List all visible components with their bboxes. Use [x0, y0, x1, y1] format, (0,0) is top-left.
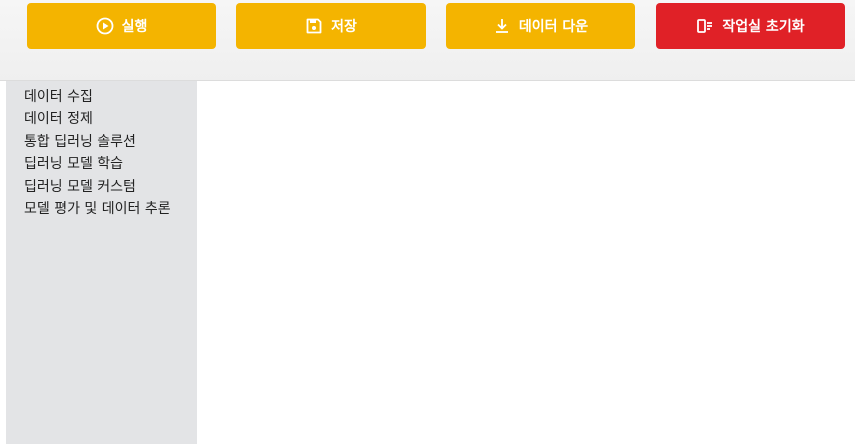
workspace-canvas[interactable]: [197, 81, 855, 444]
sidebar-item-model-evaluation-inference[interactable]: 모델 평가 및 데이터 추론: [6, 198, 197, 220]
toolbar: 실행 저장 데이터 다운 작업실 초기화: [0, 0, 855, 81]
download-data-button[interactable]: 데이터 다운: [446, 3, 635, 49]
run-button-label: 실행: [121, 19, 148, 35]
play-circle-icon: [96, 17, 114, 35]
download-icon: [493, 17, 511, 35]
reset-workspace-button[interactable]: 작업실 초기화: [656, 3, 845, 49]
download-data-button-label: 데이터 다운: [518, 19, 589, 35]
save-button-label: 저장: [331, 19, 357, 35]
floppy-disk-icon: [305, 17, 323, 35]
save-button[interactable]: 저장: [236, 3, 426, 49]
sidebar-item-integrated-deep-learning-solution[interactable]: 통합 딥러닝 솔루션: [6, 131, 197, 153]
reset-workspace-icon: [696, 17, 714, 35]
sidebar-item-data-collection[interactable]: 데이터 수집: [6, 86, 197, 108]
sidebar-item-data-cleansing[interactable]: 데이터 정제: [6, 108, 197, 130]
reset-workspace-button-label: 작업실 초기화: [722, 19, 805, 35]
run-button[interactable]: 실행: [27, 3, 216, 49]
sidebar-menu: 데이터 수집 데이터 정제 통합 딥러닝 솔루션 딥러닝 모델 학습 딥러닝 모…: [6, 81, 197, 444]
sidebar-item-deep-learning-model-custom[interactable]: 딥러닝 모델 커스텀: [6, 176, 197, 198]
sidebar-item-deep-learning-model-training[interactable]: 딥러닝 모델 학습: [6, 153, 197, 175]
